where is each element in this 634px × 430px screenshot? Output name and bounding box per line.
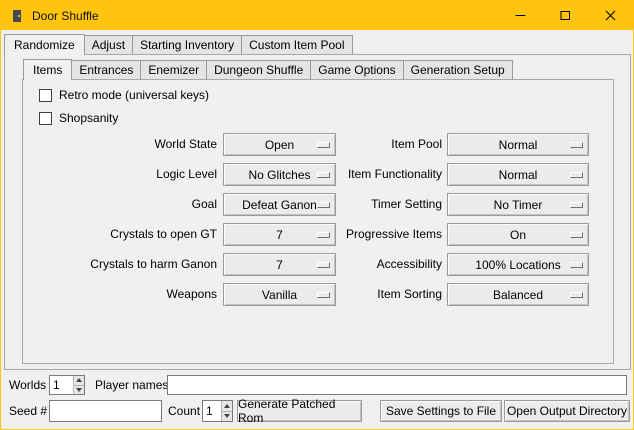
worlds-value: 1 (53, 376, 60, 394)
crystals-harm-ganon-label: Crystals to harm Ganon (21, 253, 217, 276)
item-sorting-select[interactable]: Balanced (447, 283, 589, 306)
spin-arrows (73, 376, 84, 394)
sub-tab-bar: Items Entrances Enemizer Dungeon Shuffle… (23, 58, 513, 79)
world-state-select[interactable]: Open (223, 133, 336, 156)
crystals-open-gt-select[interactable]: 7 (223, 223, 336, 246)
tab-adjust[interactable]: Adjust (84, 35, 133, 54)
spin-up-icon[interactable] (221, 401, 232, 412)
app-icon (9, 8, 25, 24)
logic-level-label: Logic Level (21, 163, 217, 186)
main-tab-bar: Randomize Adjust Starting Inventory Cust… (4, 33, 353, 54)
titlebar: Door Shuffle (1, 1, 633, 30)
worlds-label: Worlds (9, 375, 46, 395)
subtab-enemizer[interactable]: Enemizer (140, 60, 207, 79)
weapons-label: Weapons (21, 283, 217, 306)
item-sorting-label: Item Sorting (321, 283, 442, 306)
dropdown-indicator-icon (570, 202, 583, 208)
item-pool-select[interactable]: Normal (447, 133, 589, 156)
goal-select[interactable]: Defeat Ganon (223, 193, 336, 216)
spin-up-icon[interactable] (73, 376, 84, 386)
dropdown-indicator-icon (570, 262, 583, 268)
spin-down-icon[interactable] (73, 386, 84, 395)
maximize-icon (560, 10, 571, 21)
shopsanity-label: Shopsanity (59, 111, 118, 125)
accessibility-select[interactable]: 100% Locations (447, 253, 589, 276)
count-label: Count (168, 400, 200, 422)
dropdown-indicator-icon (570, 232, 583, 238)
crystals-open-gt-value: 7 (276, 228, 283, 242)
item-functionality-label: Item Functionality (321, 163, 442, 186)
crystals-harm-ganon-value: 7 (276, 258, 283, 272)
spin-arrows (221, 401, 232, 421)
seed-input[interactable] (49, 400, 162, 422)
item-sorting-value: Balanced (493, 288, 543, 302)
logic-level-select[interactable]: No Glitches (223, 163, 336, 186)
item-pool-value: Normal (499, 138, 538, 152)
subtab-entrances[interactable]: Entrances (71, 60, 141, 79)
open-output-directory-button[interactable]: Open Output Directory (504, 400, 630, 422)
tab-starting-inventory[interactable]: Starting Inventory (132, 35, 242, 54)
retro-mode-checkbox[interactable] (39, 89, 52, 102)
progressive-items-value: On (510, 228, 526, 242)
dropdown-indicator-icon (570, 292, 583, 298)
subtab-items[interactable]: Items (23, 59, 72, 80)
save-settings-button[interactable]: Save Settings to File (380, 400, 502, 422)
window-title: Door Shuffle (32, 9, 99, 23)
subtab-generation-setup[interactable]: Generation Setup (403, 60, 513, 79)
maximize-button[interactable] (543, 1, 588, 30)
timer-setting-select[interactable]: No Timer (447, 193, 589, 216)
world-state-value: Open (265, 138, 294, 152)
retro-mode-label: Retro mode (universal keys) (59, 88, 209, 102)
goal-value: Defeat Ganon (242, 198, 317, 212)
count-value: 1 (206, 401, 213, 421)
progressive-items-label: Progressive Items (321, 223, 442, 246)
generate-patched-rom-button[interactable]: Generate Patched Rom (237, 400, 362, 422)
player-names-label: Player names (95, 375, 168, 395)
crystals-open-gt-label: Crystals to open GT (21, 223, 217, 246)
tab-custom-item-pool[interactable]: Custom Item Pool (241, 35, 352, 54)
minimize-button[interactable] (498, 1, 543, 30)
window-controls (498, 1, 633, 30)
close-icon (605, 10, 616, 21)
tab-randomize[interactable]: Randomize (4, 34, 85, 55)
item-functionality-select[interactable]: Normal (447, 163, 589, 186)
retro-mode-row: Retro mode (universal keys) (39, 87, 209, 103)
dropdown-indicator-icon (570, 172, 583, 178)
weapons-value: Vanilla (262, 288, 297, 302)
logic-level-value: No Glitches (248, 168, 310, 182)
item-pool-label: Item Pool (321, 133, 442, 156)
weapons-select[interactable]: Vanilla (223, 283, 336, 306)
accessibility-label: Accessibility (321, 253, 442, 276)
subtab-game-options[interactable]: Game Options (310, 60, 403, 79)
subtab-dungeon-shuffle[interactable]: Dungeon Shuffle (206, 60, 311, 79)
worlds-spinbox[interactable]: 1 (49, 375, 85, 395)
item-functionality-value: Normal (499, 168, 538, 182)
world-state-label: World State (21, 133, 217, 156)
timer-setting-value: No Timer (494, 198, 543, 212)
player-names-input[interactable] (167, 375, 627, 395)
count-spinbox[interactable]: 1 (202, 400, 233, 422)
timer-setting-label: Timer Setting (321, 193, 442, 216)
door-shuffle-window: Door Shuffle Randomize Adjust Starting I… (0, 0, 634, 430)
minimize-icon (515, 10, 526, 21)
progressive-items-select[interactable]: On (447, 223, 589, 246)
crystals-harm-ganon-select[interactable]: 7 (223, 253, 336, 276)
goal-label: Goal (21, 193, 217, 216)
accessibility-value: 100% Locations (475, 258, 560, 272)
close-button[interactable] (588, 1, 633, 30)
shopsanity-row: Shopsanity (39, 110, 118, 126)
seed-label: Seed # (9, 400, 47, 422)
spin-down-icon[interactable] (221, 412, 232, 422)
shopsanity-checkbox[interactable] (39, 112, 52, 125)
dropdown-indicator-icon (570, 142, 583, 148)
